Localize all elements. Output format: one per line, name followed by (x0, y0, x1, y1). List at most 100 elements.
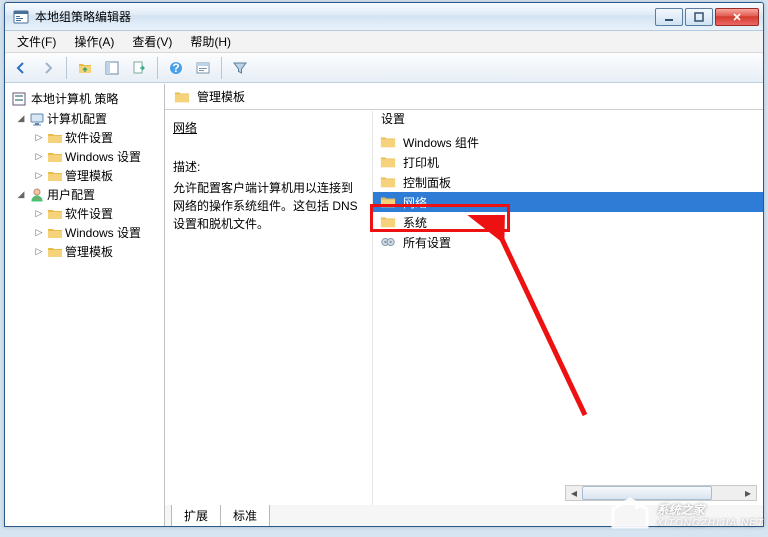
settings-icon (379, 234, 397, 250)
description-label: 描述: (173, 158, 362, 175)
description-text: 允许配置客户端计算机用以连接到网络的操作系统组件。这包括 DNS 设置和脱机文件… (173, 179, 362, 233)
tree-label: 管理模板 (65, 243, 113, 260)
list-item[interactable]: 网络 (373, 192, 763, 212)
settings-header: 设置 (373, 111, 763, 129)
toolbar-separator (157, 57, 158, 79)
tree-node-windows[interactable]: ▷ Windows 设置 (33, 223, 164, 242)
list-item[interactable]: 系统 (373, 212, 763, 232)
tree-label: 计算机配置 (47, 110, 107, 127)
scroll-right-button[interactable]: ▸ (740, 486, 756, 500)
menu-file[interactable]: 文件(F) (9, 31, 64, 52)
expand-icon[interactable]: ▷ (33, 151, 45, 163)
tree-node-computer-config[interactable]: ◢ 计算机配置 (15, 109, 164, 128)
tree-node-windows[interactable]: ▷ Windows 设置 (33, 147, 164, 166)
tab-standard[interactable]: 标准 (220, 505, 270, 526)
tree-root[interactable]: 本地计算机 策略 (9, 88, 164, 109)
maximize-button[interactable] (685, 8, 713, 26)
folder-icon (379, 194, 397, 210)
scroll-track[interactable] (582, 486, 740, 500)
list-item-label: 打印机 (403, 154, 439, 171)
tree-label: 用户配置 (47, 186, 95, 203)
minimize-button[interactable] (655, 8, 683, 26)
tab-extended[interactable]: 扩展 (171, 505, 221, 526)
window-title: 本地组策略编辑器 (35, 8, 653, 25)
selected-item-name: 网络 (173, 119, 362, 136)
settings-column: 设置 Windows 组件打印机控制面板网络系统所有设置 (373, 111, 763, 505)
back-button[interactable] (9, 56, 33, 80)
list-item[interactable]: 打印机 (373, 152, 763, 172)
menu-action[interactable]: 操作(A) (66, 31, 122, 52)
horizontal-scrollbar[interactable]: ◂ ▸ (565, 485, 757, 501)
tree-node-software[interactable]: ▷ 软件设置 (33, 128, 164, 147)
tree-label: 管理模板 (65, 167, 113, 184)
list-item-label: 控制面板 (403, 174, 451, 191)
tree-node-templates[interactable]: ▷ 管理模板 (33, 242, 164, 261)
menu-bar: 文件(F) 操作(A) 查看(V) 帮助(H) (5, 31, 763, 53)
help-button[interactable]: ? (164, 56, 188, 80)
content-header: 管理模板 (165, 84, 763, 110)
content-body: 网络 描述: 允许配置客户端计算机用以连接到网络的操作系统组件。这包括 DNS … (165, 110, 763, 505)
user-icon (29, 187, 45, 203)
svg-text:?: ? (172, 61, 179, 75)
settings-header-label: 设置 (381, 110, 405, 129)
folder-icon (379, 174, 397, 190)
list-item[interactable]: 控制面板 (373, 172, 763, 192)
view-tabs: 扩展 标准 (165, 504, 763, 526)
show-hide-tree-button[interactable] (100, 56, 124, 80)
content-pane: 管理模板 网络 描述: 允许配置客户端计算机用以连接到网络的操作系统组件。这包括… (165, 84, 763, 526)
client-area: 本地计算机 策略 ◢ 计算机配置 ▷ 软件设置 ▷ (5, 83, 763, 526)
expand-icon[interactable]: ▷ (33, 170, 45, 182)
folder-icon (379, 214, 397, 230)
list-item-label: 网络 (403, 194, 427, 211)
list-item[interactable]: 所有设置 (373, 232, 763, 252)
folder-icon (379, 154, 397, 170)
policy-icon (11, 91, 27, 107)
folder-icon (47, 130, 63, 146)
expand-icon[interactable]: ▷ (33, 132, 45, 144)
tree-label: Windows 设置 (65, 148, 141, 165)
app-icon (13, 9, 29, 25)
title-bar: 本地组策略编辑器 (5, 3, 763, 31)
folder-icon (173, 88, 191, 106)
expand-icon[interactable]: ▷ (33, 227, 45, 239)
tree-label: 软件设置 (65, 129, 113, 146)
export-list-button[interactable] (127, 56, 151, 80)
tree-label: 软件设置 (65, 205, 113, 222)
folder-icon (47, 168, 63, 184)
computer-icon (29, 111, 45, 127)
forward-button[interactable] (36, 56, 60, 80)
properties-button[interactable] (191, 56, 215, 80)
scroll-thumb[interactable] (582, 486, 712, 500)
menu-view[interactable]: 查看(V) (124, 31, 180, 52)
folder-icon (47, 225, 63, 241)
folder-icon (47, 149, 63, 165)
list-item-label: Windows 组件 (403, 134, 479, 151)
filter-button[interactable] (228, 56, 252, 80)
toolbar-separator (66, 57, 67, 79)
tree-node-user-config[interactable]: ◢ 用户配置 (15, 185, 164, 204)
tree-panel[interactable]: 本地计算机 策略 ◢ 计算机配置 ▷ 软件设置 ▷ (5, 84, 165, 526)
description-column: 网络 描述: 允许配置客户端计算机用以连接到网络的操作系统组件。这包括 DNS … (165, 111, 373, 505)
expand-icon[interactable]: ▷ (33, 246, 45, 258)
toolbar-separator (221, 57, 222, 79)
list-item[interactable]: Windows 组件 (373, 132, 763, 152)
tree-root-label: 本地计算机 策略 (31, 90, 118, 107)
up-level-button[interactable] (73, 56, 97, 80)
folder-icon (47, 206, 63, 222)
expand-icon[interactable]: ▷ (33, 208, 45, 220)
menu-help[interactable]: 帮助(H) (182, 31, 239, 52)
content-title: 管理模板 (197, 88, 245, 105)
close-button[interactable] (715, 8, 759, 26)
window-buttons (653, 8, 759, 26)
list-item-label: 系统 (403, 214, 427, 231)
folder-icon (379, 134, 397, 150)
scroll-left-button[interactable]: ◂ (566, 486, 582, 500)
folder-icon (47, 244, 63, 260)
collapse-icon[interactable]: ◢ (15, 113, 27, 125)
settings-list[interactable]: Windows 组件打印机控制面板网络系统所有设置 (373, 129, 763, 505)
collapse-icon[interactable]: ◢ (15, 189, 27, 201)
toolbar: ? (5, 53, 763, 83)
app-window: 本地组策略编辑器 文件(F) 操作(A) 查看(V) 帮助(H) ? (4, 2, 764, 527)
tree-node-software[interactable]: ▷ 软件设置 (33, 204, 164, 223)
tree-node-templates[interactable]: ▷ 管理模板 (33, 166, 164, 185)
